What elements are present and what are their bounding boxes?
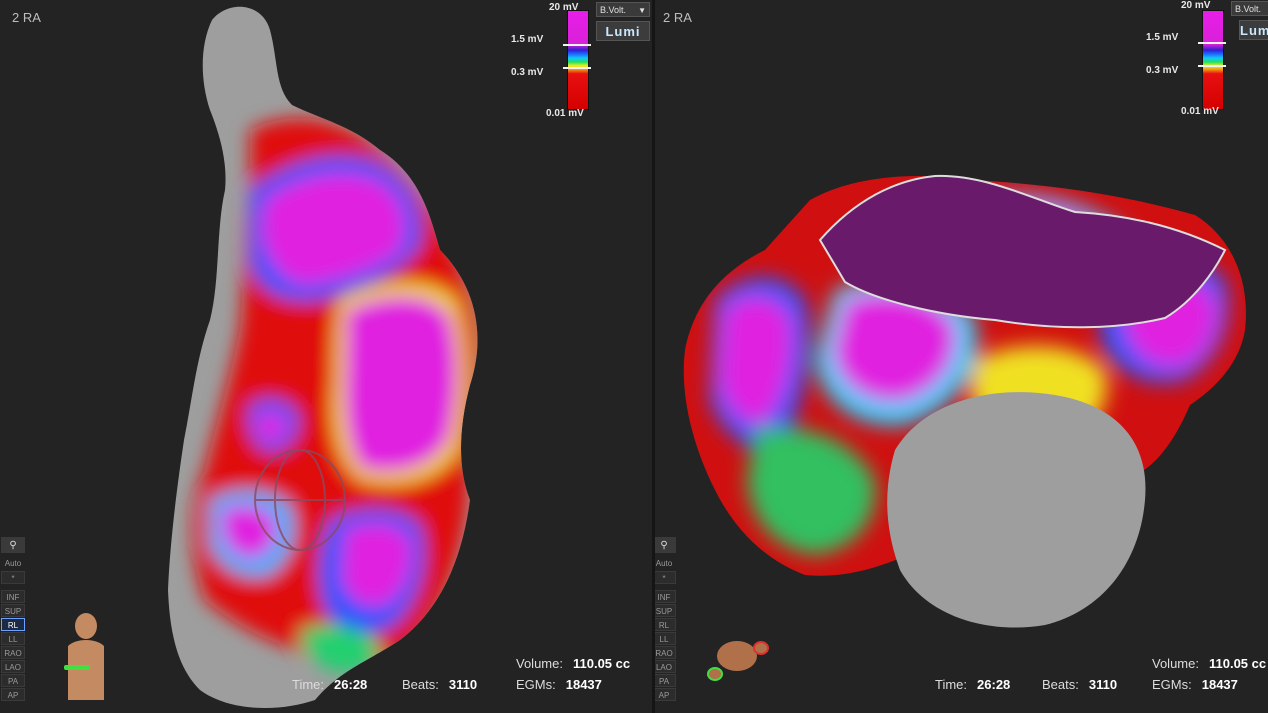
map-type-value: B.Volt. [1235, 4, 1262, 14]
view-rao-button[interactable]: RAO [655, 646, 676, 659]
view-ap-button[interactable]: AP [1, 688, 25, 701]
legend-low: 0.3 mV [511, 67, 544, 78]
beats-stat: Beats: 3110 [1042, 677, 1117, 692]
lumi-button[interactable]: Lumi [596, 21, 650, 41]
volume-stat: Volume: 110.05 cc [1152, 656, 1266, 671]
view-sup-button[interactable]: SUP [655, 604, 676, 617]
beats-value: 3110 [448, 677, 478, 692]
lumi-button[interactable]: Lumi [1239, 20, 1268, 40]
legend-low: 0.3 mV [1146, 65, 1179, 76]
carto-dual-view: 2 RA 20 mV 1.5 mV 0.3 mV 0.01 mV B.Volt.… [0, 0, 1268, 713]
map-view-right[interactable]: 2 RA 20 mV 1.5 mV 0.3 mV 0.01 mV B.Volt.… [655, 0, 1268, 713]
egms-stat: EGMs: 18437 [1152, 677, 1238, 692]
voltage-legend: 20 mV 1.5 mV 0.3 mV 0.01 mV [508, 2, 618, 120]
map-type-dropdown[interactable]: B.Volt. [1231, 1, 1268, 16]
high-threshold-tick[interactable] [1198, 42, 1226, 44]
beats-label: Beats: [402, 677, 439, 692]
map-view-left[interactable]: 2 RA 20 mV 1.5 mV 0.3 mV 0.01 mV B.Volt.… [0, 0, 652, 713]
auto-button[interactable]: Auto [1, 557, 25, 570]
view-toolbar: ⚲ Auto * INF SUP RL LL RAO LAO PA AP [655, 537, 677, 702]
view-lao-button[interactable]: LAO [1, 660, 25, 673]
time-stat: Time: 26:28 [292, 677, 367, 692]
view-pa-button[interactable]: PA [655, 674, 676, 687]
beats-value: 3110 [1088, 677, 1118, 692]
time-stat: Time: 26:28 [935, 677, 1010, 692]
view-inf-button[interactable]: INF [1, 590, 25, 603]
legend-min: 0.01 mV [1181, 106, 1219, 117]
view-toolbar: ⚲ Auto * INF SUP RL LL RAO LAO PA AP [0, 537, 26, 702]
voltage-legend: 20 mV 1.5 mV 0.3 mV 0.01 mV [1143, 0, 1253, 120]
legend-max: 20 mV [549, 2, 579, 13]
egms-label: EGMs: [1152, 677, 1192, 692]
legend-high: 1.5 mV [1146, 32, 1179, 43]
star-button[interactable]: * [655, 571, 676, 584]
egms-label: EGMs: [516, 677, 556, 692]
egms-value: 18437 [565, 677, 602, 692]
beats-stat: Beats: 3110 [402, 677, 477, 692]
view-rl-button[interactable]: RL [655, 618, 676, 631]
volume-label: Volume: [516, 656, 563, 671]
view-lao-button[interactable]: LAO [655, 660, 676, 673]
low-threshold-tick[interactable] [1198, 65, 1226, 67]
view-ll-button[interactable]: LL [1, 632, 25, 645]
time-label: Time: [292, 677, 325, 692]
map-type-value: B.Volt. [600, 5, 627, 15]
voltage-color-bar [1202, 10, 1224, 110]
low-threshold-tick[interactable] [563, 67, 591, 69]
legend-max: 20 mV [1181, 0, 1211, 11]
view-rl-button[interactable]: RL [1, 618, 25, 631]
egms-stat: EGMs: 18437 [516, 677, 602, 692]
map-type-dropdown[interactable]: B.Volt. ▼ [596, 2, 650, 17]
time-value: 26:28 [334, 677, 368, 692]
time-label: Time: [935, 677, 968, 692]
pin-icon[interactable]: ⚲ [1, 537, 25, 553]
star-button[interactable]: * [1, 571, 25, 584]
chevron-down-icon: ▼ [638, 6, 646, 15]
view-sup-button[interactable]: SUP [1, 604, 25, 617]
time-value: 26:28 [977, 677, 1011, 692]
egms-value: 18437 [1201, 677, 1238, 692]
voltage-color-bar [567, 10, 589, 110]
volume-label: Volume: [1152, 656, 1199, 671]
view-ll-button[interactable]: LL [655, 632, 676, 645]
pin-icon[interactable]: ⚲ [655, 537, 676, 553]
torso-orientation-icon [64, 613, 104, 700]
heart-orientation-icon [707, 641, 769, 681]
volume-value: 110.05 cc [1208, 656, 1267, 671]
view-inf-button[interactable]: INF [655, 590, 676, 603]
view-ap-button[interactable]: AP [655, 688, 676, 701]
volume-value: 110.05 cc [572, 656, 631, 671]
view-pa-button[interactable]: PA [1, 674, 25, 687]
legend-high: 1.5 mV [511, 34, 544, 45]
high-threshold-tick[interactable] [563, 44, 591, 46]
view-rao-button[interactable]: RAO [1, 646, 25, 659]
volume-stat: Volume: 110.05 cc [516, 656, 630, 671]
unmapped-appendage [887, 392, 1146, 628]
legend-min: 0.01 mV [546, 108, 584, 119]
auto-button[interactable]: Auto [655, 557, 676, 570]
beats-label: Beats: [1042, 677, 1079, 692]
